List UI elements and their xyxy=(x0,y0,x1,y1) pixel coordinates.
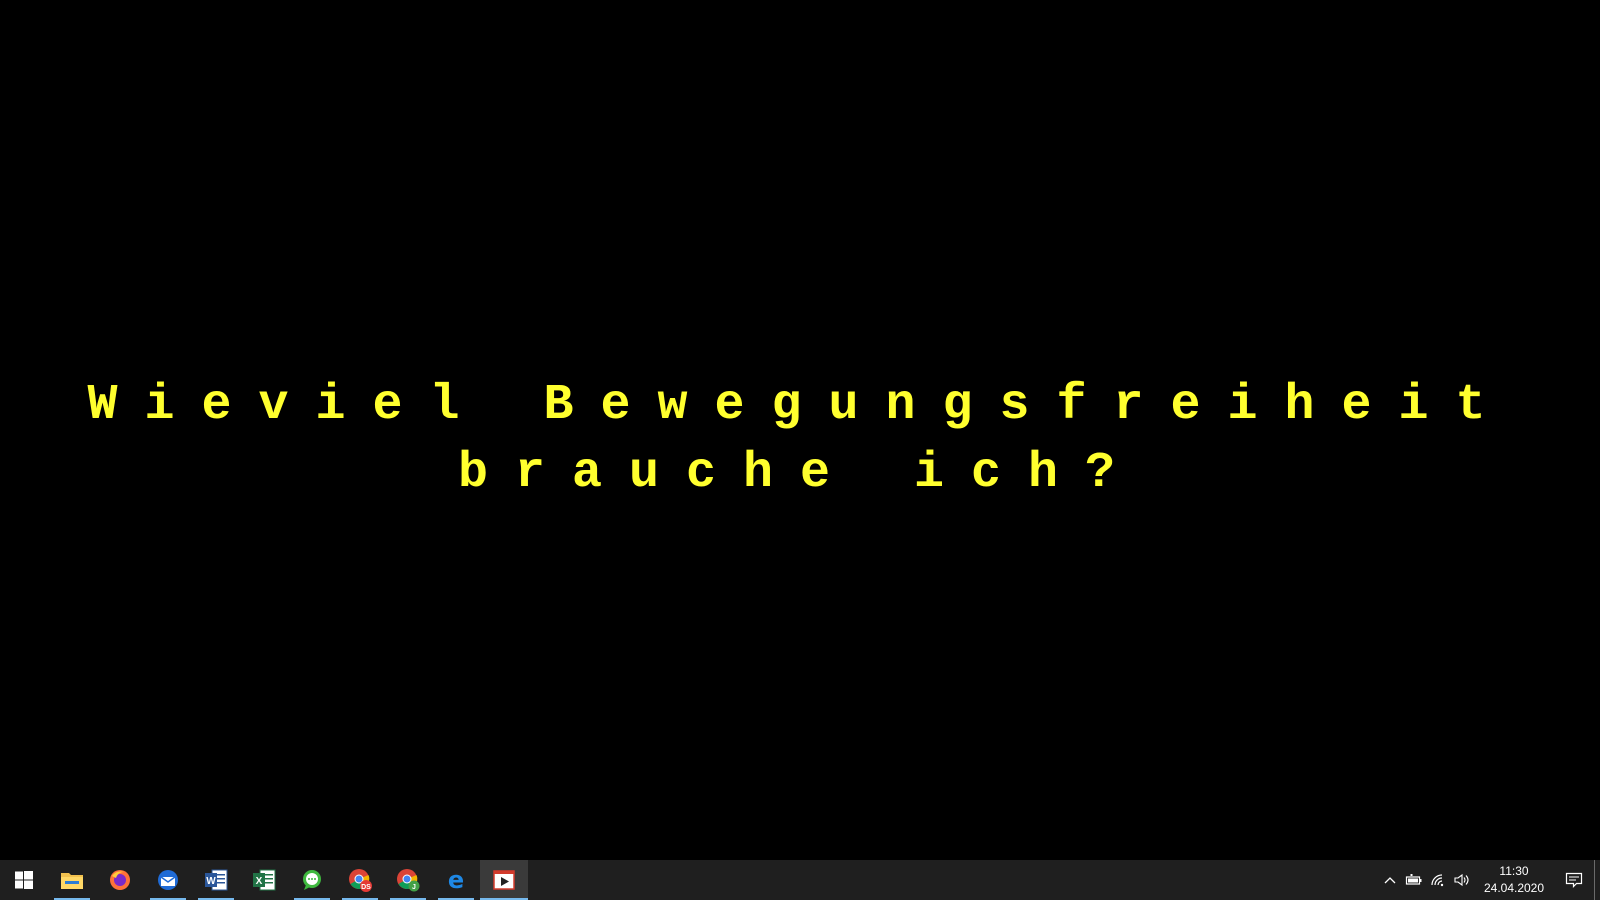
taskbar-word[interactable]: W xyxy=(192,860,240,900)
taskbar-file-explorer[interactable] xyxy=(48,860,96,900)
taskbar-chat[interactable] xyxy=(288,860,336,900)
clock-date: 24.04.2020 xyxy=(1483,881,1545,895)
volume-icon xyxy=(1454,873,1469,887)
chrome-profile-green-icon: J xyxy=(397,869,420,892)
windows-logo-icon xyxy=(15,871,33,889)
taskbar-chrome-profile-red[interactable]: DS xyxy=(336,860,384,900)
taskbar-video-player[interactable] xyxy=(480,860,528,900)
chat-icon xyxy=(303,870,321,890)
volume-button[interactable] xyxy=(1450,860,1474,900)
clock-time: 11:30 xyxy=(1499,864,1529,878)
file-explorer-icon xyxy=(61,873,83,889)
svg-text:W: W xyxy=(206,876,216,887)
taskbar-chrome-profile-green[interactable]: J xyxy=(384,860,432,900)
edge-icon: e xyxy=(448,868,464,892)
taskbar-spacer xyxy=(528,860,1378,900)
svg-text:X: X xyxy=(256,876,263,887)
taskbar-edge[interactable]: e xyxy=(432,860,480,900)
slide-caption: Wieviel Bewegungsfreiheit brauche ich? xyxy=(0,372,1600,508)
caption-line-1: Wieviel Bewegungsfreiheit xyxy=(87,377,1513,434)
caption-line-2: brauche ich? xyxy=(457,445,1143,502)
chrome-profile-red-icon: DS xyxy=(349,869,372,892)
taskbar-thunderbird[interactable] xyxy=(144,860,192,900)
chevron-up-icon xyxy=(1384,877,1396,884)
taskbar-excel[interactable]: X xyxy=(240,860,288,900)
battery-button[interactable] xyxy=(1402,860,1426,900)
network-button[interactable] xyxy=(1426,860,1450,900)
show-desktop-button[interactable] xyxy=(1594,860,1600,900)
start-button[interactable] xyxy=(0,860,48,900)
video-player-icon xyxy=(493,870,515,890)
excel-icon: X xyxy=(253,869,276,891)
svg-text:DS: DS xyxy=(361,884,371,891)
svg-text:J: J xyxy=(412,884,416,891)
show-hidden-icons-button[interactable] xyxy=(1378,860,1402,900)
clock-button[interactable]: 11:30 24.04.2020 xyxy=(1474,860,1554,900)
thunderbird-icon xyxy=(158,870,178,890)
svg-text:e: e xyxy=(448,868,464,892)
firefox-icon xyxy=(110,870,130,890)
action-center-button[interactable] xyxy=(1554,860,1594,900)
video-frame: Wieviel Bewegungsfreiheit brauche ich? xyxy=(0,0,1600,860)
wifi-icon xyxy=(1431,874,1444,887)
word-icon: W xyxy=(205,869,228,891)
taskbar-firefox[interactable] xyxy=(96,860,144,900)
system-tray: 11:30 24.04.2020 xyxy=(1378,860,1600,900)
action-center-icon xyxy=(1565,872,1583,888)
taskbar: W X DS J e 11:30 24.04.2020 xyxy=(0,860,1600,900)
battery-icon xyxy=(1405,874,1422,885)
